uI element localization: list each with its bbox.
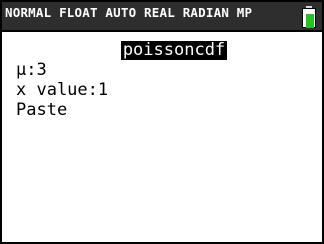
menu-title: poissoncdf	[120, 40, 228, 60]
paste-button[interactable]: Paste	[16, 100, 67, 120]
mode-status-text: NORMAL FLOAT AUTO REAL RADIAN MP	[5, 5, 253, 20]
calculator-screen: NORMAL FLOAT AUTO REAL RADIAN MP poisson…	[0, 0, 324, 244]
battery-icon	[302, 6, 316, 30]
x-value-field[interactable]: x value:1	[16, 80, 108, 100]
x-value-label: x value:	[16, 80, 98, 100]
status-bar: NORMAL FLOAT AUTO REAL RADIAN MP	[2, 2, 322, 32]
battery-charge-fill	[306, 14, 314, 28]
mu-value[interactable]: 3	[36, 60, 46, 80]
menu-title-row: poissoncdf	[2, 40, 322, 60]
mu-label: μ:	[16, 60, 37, 80]
battery-body	[302, 8, 316, 28]
mu-field[interactable]: μ:3	[16, 60, 47, 80]
x-value-value[interactable]: 1	[98, 80, 108, 100]
